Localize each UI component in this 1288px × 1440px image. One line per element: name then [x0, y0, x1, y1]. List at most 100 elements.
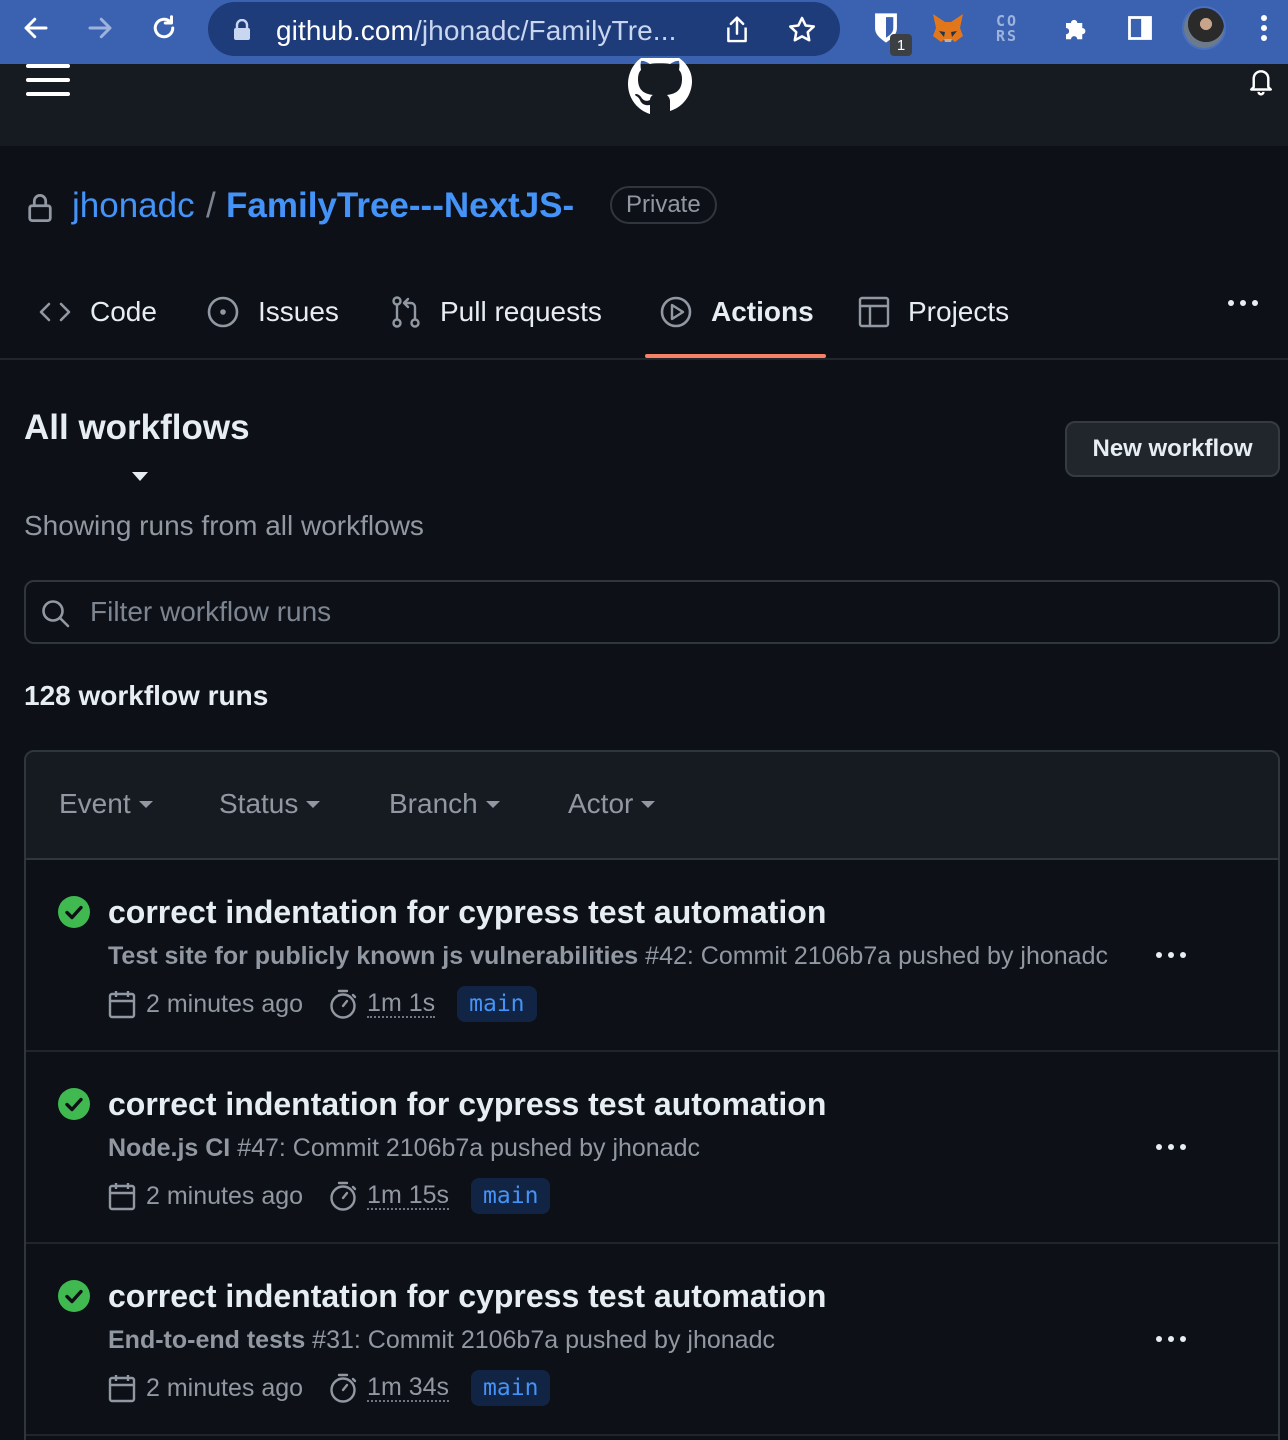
repo-name-link[interactable]: FamilyTree---NextJS-: [226, 186, 574, 226]
run-detail: #42: Commit 2106b7a pushed by jhonadc: [638, 942, 1108, 970]
stopwatch-icon: [329, 1372, 357, 1404]
dropdown-label: Actor: [568, 788, 634, 819]
cors-extension[interactable]: CO RS: [996, 14, 1024, 44]
page-subtitle: Showing runs from all workflows: [24, 510, 424, 541]
tab-issues[interactable]: Issues: [206, 290, 339, 334]
run-time: 2 minutes ago: [146, 1181, 304, 1210]
new-workflow-button[interactable]: New workflow: [1065, 421, 1280, 477]
hamburger-menu-button[interactable]: [26, 64, 70, 98]
notification-bell-icon[interactable]: [1246, 64, 1276, 98]
dot: [1168, 952, 1174, 958]
workflow-select-caret-icon[interactable]: [132, 472, 148, 481]
table-icon: [858, 296, 890, 328]
git-pull-request-icon: [390, 295, 422, 329]
dot: [1156, 1336, 1162, 1342]
workflow-name: Node.js CI: [108, 1134, 231, 1162]
dot: [1228, 300, 1234, 306]
dot: [1180, 952, 1186, 958]
workflow-run-row[interactable]: correct indentation for cypress test aut…: [26, 860, 1278, 1052]
run-options-button[interactable]: [1156, 1144, 1186, 1150]
extension-count-badge: 1: [890, 34, 912, 56]
more-tabs-button[interactable]: [1228, 300, 1258, 306]
workflow-run-row[interactable]: correct indentation for cypress test aut…: [26, 1244, 1278, 1436]
bookmark-star-icon[interactable]: [786, 14, 818, 46]
lock-icon: [28, 194, 52, 222]
event-filter-dropdown[interactable]: Event: [59, 788, 153, 820]
run-info: 2 minutes ago 1m 34s main: [108, 1368, 551, 1408]
tab-label: Issues: [258, 296, 339, 327]
github-logo-icon[interactable]: [626, 58, 694, 118]
run-title-link[interactable]: correct indentation for cypress test aut…: [108, 1278, 826, 1315]
run-duration: 1m 34s: [367, 1373, 450, 1402]
dot: [1156, 1144, 1162, 1150]
run-title-link[interactable]: correct indentation for cypress test aut…: [108, 894, 826, 931]
metamask-extension[interactable]: [924, 8, 972, 48]
forward-button[interactable]: [76, 8, 124, 48]
search-icon: [42, 600, 70, 628]
branch-tag[interactable]: main: [457, 986, 537, 1022]
extensions-button[interactable]: [1052, 8, 1100, 48]
run-detail: #47: Commit 2106b7a pushed by jhonadc: [230, 1134, 701, 1162]
branch-tag[interactable]: main: [471, 1178, 551, 1214]
visibility-badge: Private: [610, 186, 717, 224]
dot: [1240, 300, 1246, 306]
filter-workflow-runs-input[interactable]: [90, 592, 1190, 632]
browser-toolbar: github.com/jhonadc/FamilyTre... 1 CO RS: [0, 0, 1288, 64]
fox-icon: [933, 14, 963, 42]
dot: [1168, 1336, 1174, 1342]
calendar-icon: [108, 1181, 136, 1211]
dot: [1180, 1144, 1186, 1150]
hamburger-line: [26, 78, 70, 82]
dropdown-label: Status: [219, 788, 299, 819]
dot: [1252, 300, 1258, 306]
check-circle-icon: [58, 896, 90, 928]
tab-label: Pull requests: [440, 296, 602, 327]
side-panel-button[interactable]: [1116, 8, 1164, 48]
runs-filter-bar: Event Status Branch Actor: [26, 752, 1278, 860]
tab-label: Actions: [711, 296, 814, 327]
run-duration: 1m 15s: [367, 1181, 450, 1210]
workflow-run-row[interactable]: correct indentation for cypress test aut…: [26, 1052, 1278, 1244]
dropdown-label: Event: [59, 788, 131, 819]
reload-icon: [153, 15, 175, 39]
profile-avatar[interactable]: [1182, 6, 1226, 50]
run-title-link[interactable]: correct indentation for cypress test aut…: [108, 1086, 826, 1123]
url-host: github.com: [276, 15, 414, 46]
run-options-button[interactable]: [1156, 1336, 1186, 1342]
tab-actions[interactable]: Actions: [659, 290, 814, 334]
arrow-left-icon: [24, 17, 48, 39]
cors-label-bottom: RS: [996, 27, 1019, 45]
reload-button[interactable]: [140, 8, 188, 48]
calendar-icon: [108, 1373, 136, 1403]
run-meta: End-to-end tests #31: Commit 2106b7a pus…: [108, 1326, 775, 1355]
workflow-name: Test site for publicly known js vulnerab…: [108, 942, 639, 970]
run-info: 2 minutes ago 1m 1s main: [108, 984, 537, 1024]
workflow-name: End-to-end tests: [108, 1326, 306, 1354]
stopwatch-icon: [329, 1180, 357, 1212]
run-time: 2 minutes ago: [146, 1373, 304, 1402]
kebab-menu-icon: [1261, 15, 1267, 41]
arrow-right-icon: [88, 17, 112, 39]
tab-label: Projects: [908, 296, 1010, 327]
run-meta: Node.js CI #47: Commit 2106b7a pushed by…: [108, 1134, 700, 1163]
repo-owner-link[interactable]: jhonadc: [72, 186, 195, 226]
dropdown-label: Branch: [389, 788, 478, 819]
run-options-button[interactable]: [1156, 952, 1186, 958]
tab-projects[interactable]: Projects: [858, 290, 1009, 334]
back-button[interactable]: [12, 8, 60, 48]
address-bar[interactable]: github.com/jhonadc/FamilyTre...: [208, 2, 840, 56]
dot: [1156, 952, 1162, 958]
tab-pull-requests[interactable]: Pull requests: [390, 290, 602, 334]
share-icon[interactable]: [722, 14, 752, 46]
actor-filter-dropdown[interactable]: Actor: [568, 788, 656, 820]
calendar-icon: [108, 989, 136, 1019]
check-circle-icon: [58, 1280, 90, 1312]
code-icon: [38, 300, 72, 324]
browser-menu-button[interactable]: [1244, 8, 1284, 48]
caret-down-icon: [641, 800, 656, 808]
branch-tag[interactable]: main: [471, 1370, 551, 1406]
tab-code[interactable]: Code: [38, 290, 157, 334]
hamburger-line: [26, 64, 70, 68]
status-filter-dropdown[interactable]: Status: [219, 788, 321, 820]
branch-filter-dropdown[interactable]: Branch: [389, 788, 500, 820]
